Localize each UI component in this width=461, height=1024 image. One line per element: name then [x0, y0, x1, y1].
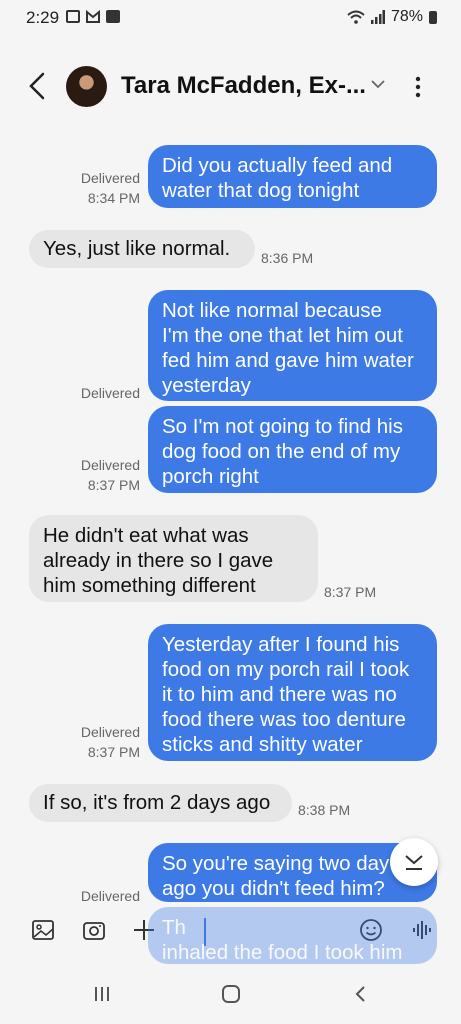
message-time: 8:37 PM	[87, 744, 140, 760]
more-options-icon[interactable]	[414, 76, 422, 98]
home-icon[interactable]	[221, 984, 241, 1004]
text-cursor	[204, 918, 206, 946]
message-text: water that dog tonight	[162, 179, 360, 202]
sent-message[interactable]: Yesterday after I found his food on my p…	[148, 624, 437, 761]
message-text: food on my porch rail I took	[162, 658, 410, 681]
message-text: Not like normal because	[162, 299, 382, 322]
message-text: He didn't eat what was	[43, 524, 249, 547]
message-text: If so, it's from 2 days ago	[43, 791, 271, 814]
plus-icon[interactable]	[132, 918, 156, 942]
message-text: I'm the one that let him out	[162, 324, 403, 347]
gmail-notification-icon	[86, 10, 100, 23]
message-text: ago you didn't feed him?	[162, 877, 385, 900]
message-text: yesterday	[162, 374, 251, 397]
message-status: Delivered	[80, 170, 140, 186]
message-time: 8:36 PM	[261, 250, 314, 266]
message-time: 8:37 PM	[87, 477, 140, 493]
message-text: porch right	[162, 465, 259, 488]
message-text: So I'm not going to find his	[162, 415, 403, 438]
gallery-notification-icon	[66, 10, 80, 23]
message-text: fed him and gave him water	[162, 349, 414, 372]
chevron-down-icon	[405, 855, 423, 870]
message-status: Delivered	[80, 888, 140, 902]
message-meta: Delivered 8:37 PM	[70, 722, 140, 762]
message-text: food there was too denture	[162, 708, 406, 731]
voice-wave-icon[interactable]	[411, 918, 435, 942]
sent-message[interactable]: So I'm not going to find his dog food on…	[148, 406, 437, 493]
message-text: already in there so I gave	[43, 549, 274, 572]
received-message[interactable]: Yes, just like normal.	[29, 230, 255, 268]
status-right: 78%	[347, 8, 437, 26]
signal-icon	[370, 10, 385, 24]
message-time: 8:37 PM	[324, 584, 377, 600]
recent-apps-icon[interactable]	[92, 984, 112, 1004]
sent-message[interactable]: Not like normal because I'm the one that…	[148, 290, 437, 401]
contact-avatar[interactable]	[66, 66, 107, 107]
sent-message[interactable]: Did you actually feed and water that dog…	[148, 145, 437, 208]
chevron-down-icon[interactable]	[370, 78, 386, 90]
received-message[interactable]: If so, it's from 2 days ago	[29, 784, 292, 822]
camera-icon[interactable]	[82, 918, 106, 942]
message-text: So you're saying two day	[162, 852, 390, 875]
message-text: it to him and there was no	[162, 683, 397, 706]
compose-bar	[0, 902, 461, 964]
emoji-icon[interactable]	[359, 918, 383, 942]
message-text: sticks and shitty water	[162, 733, 363, 756]
received-message[interactable]: He didn't eat what was already in there …	[29, 515, 318, 602]
message-input[interactable]	[198, 914, 350, 952]
message-text: Yesterday after I found his	[162, 633, 400, 656]
system-nav-bar	[0, 964, 461, 1024]
battery-percent: 78%	[390, 8, 423, 25]
message-meta: Delivered 8:37 PM	[70, 455, 140, 495]
message-meta: Delivered 8:34 PM	[70, 168, 140, 208]
message-time: 8:38 PM	[298, 802, 351, 818]
message-status: Delivered	[80, 385, 140, 401]
message-text: Yes, just like normal.	[43, 237, 231, 260]
message-status: Delivered	[80, 457, 140, 473]
app-notification-icon	[106, 10, 120, 23]
message-text: him something different	[43, 574, 256, 597]
conversation-header: Tara McFadden, Ex-...	[0, 56, 461, 118]
notification-icons	[66, 10, 120, 23]
message-time: 8:34 PM	[87, 190, 140, 206]
message-meta: Delivered	[70, 383, 140, 403]
message-text: dog food on the end of my	[162, 440, 401, 463]
scroll-to-bottom-button[interactable]	[390, 838, 438, 886]
message-status: Delivered	[80, 724, 140, 740]
battery-icon	[429, 10, 437, 24]
back-icon[interactable]	[351, 984, 371, 1004]
image-icon[interactable]	[31, 918, 55, 942]
wifi-icon	[347, 10, 365, 24]
status-time: 2:29	[26, 8, 60, 27]
back-arrow-icon[interactable]	[24, 70, 52, 102]
message-text: Did you actually feed and	[162, 154, 393, 177]
contact-name[interactable]: Tara McFadden, Ex-...	[121, 72, 366, 100]
status-bar: 2:29 78%	[0, 0, 461, 36]
message-meta: Delivered	[70, 886, 140, 902]
